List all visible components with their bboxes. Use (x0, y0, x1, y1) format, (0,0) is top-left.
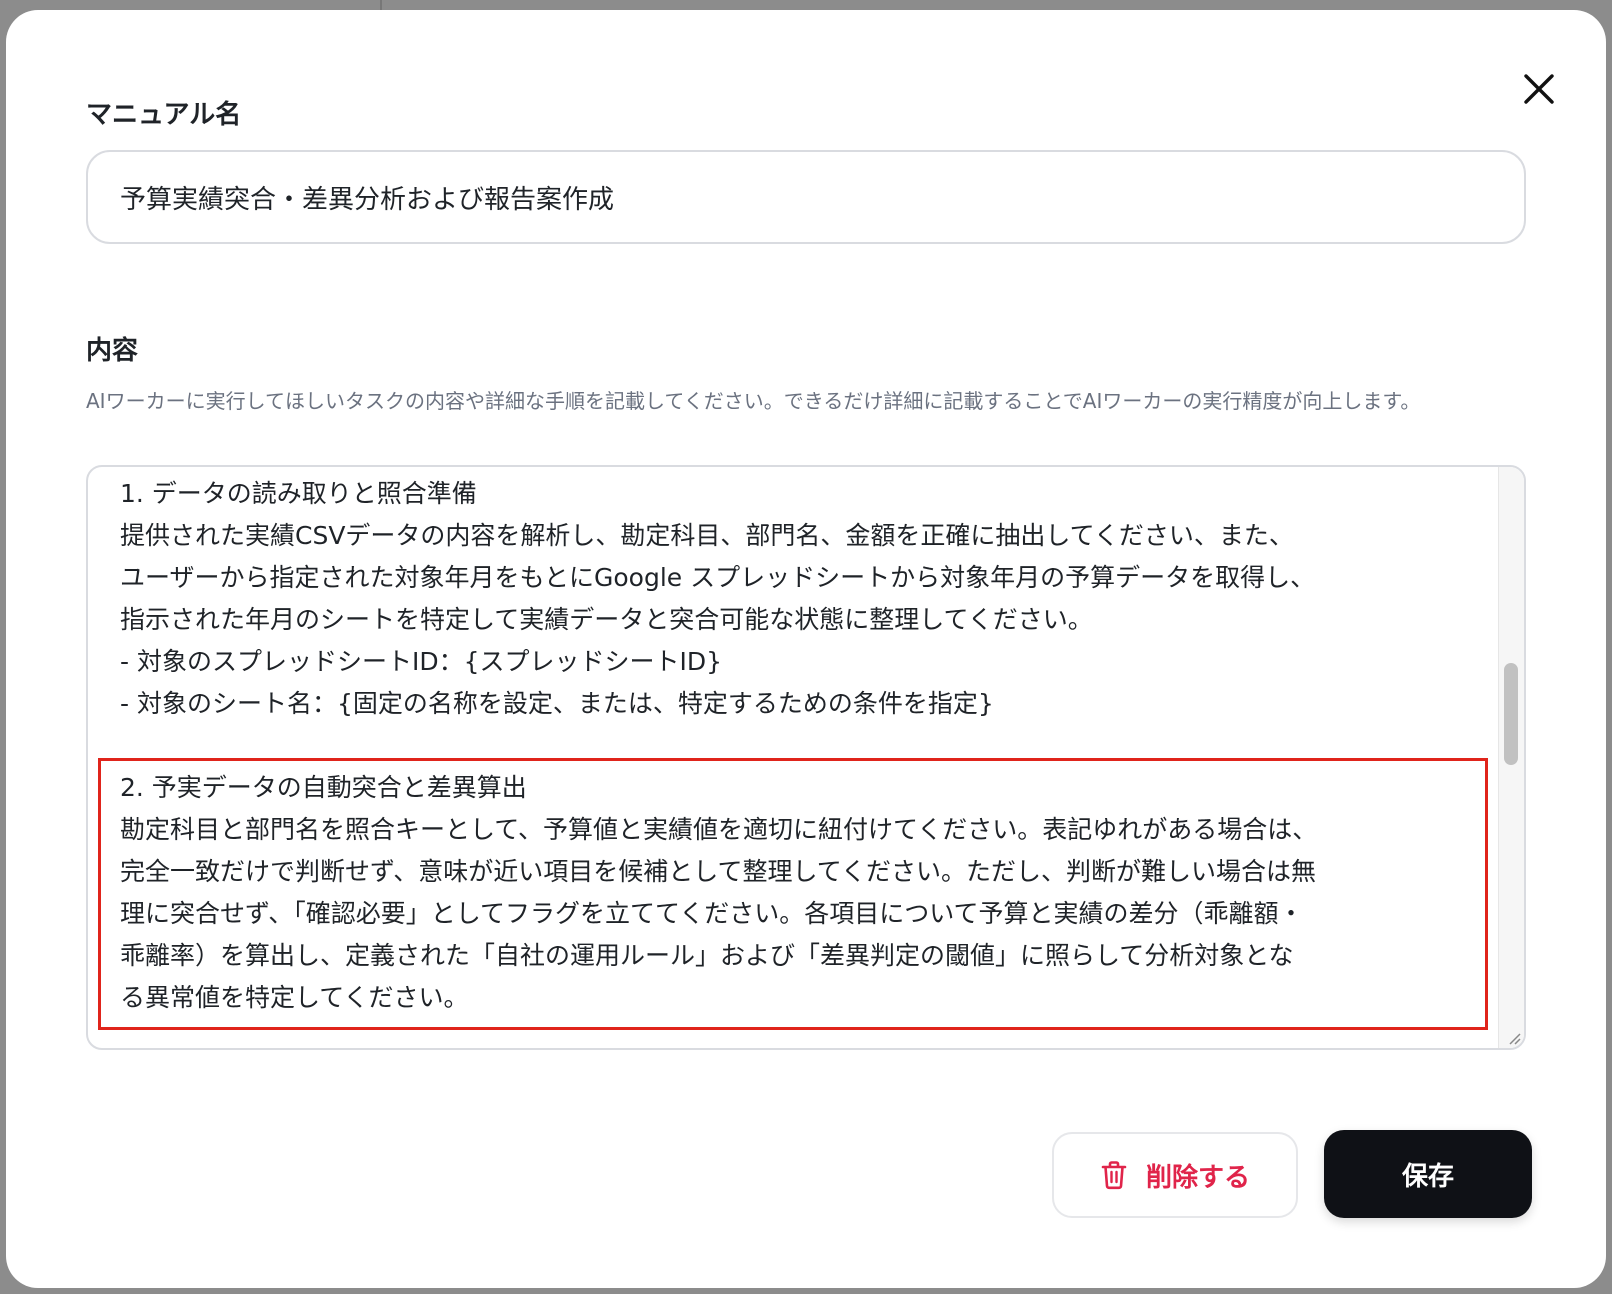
scrollbar-thumb[interactable] (1504, 663, 1518, 765)
content-blank-line (120, 725, 1460, 767)
close-button[interactable] (1514, 64, 1564, 114)
content-line: - 対象のシート名：{固定の名称を設定、または、特定するための条件を指定} (120, 689, 994, 718)
content-line: 提供された実績CSVデータの内容を解析し、勘定科目、部門名、金額を正確に抽出して… (120, 521, 1294, 550)
content-line: 1. データの読み取りと照合準備 (120, 479, 477, 508)
content-line: 理に突合せず、「確認必要」としてフラグを立ててください。各項目について予算と実績… (120, 899, 1304, 928)
scrollbar-track[interactable] (1498, 467, 1524, 1048)
content-line: る異常値を特定してください。 (120, 983, 469, 1012)
content-line: 勘定科目と部門名を照合キーとして、予算値と実績値を適切に紐付けてください。表記ゆ… (120, 815, 1318, 844)
content-line: 乖離率）を算出し、定義された「自社の運用ルール」および「差異判定の閾値」に照らし… (120, 941, 1294, 970)
edit-manual-dialog: マニュアル名 内容 AIワーカーに実行してほしいタスクの内容や詳細な手順を記載し… (6, 10, 1606, 1288)
close-icon (1524, 74, 1554, 104)
manual-name-label: マニュアル名 (86, 100, 242, 130)
content-textarea[interactable]: 1. データの読み取りと照合準備提供された実績CSVデータの内容を解析し、勘定科… (86, 465, 1526, 1050)
delete-button-label: 削除する (1145, 1162, 1250, 1193)
trash-icon (1101, 1161, 1127, 1190)
content-line: ユーザーから指定された対象年月をもとにGoogle スプレッドシートから対象年月… (120, 563, 1316, 592)
content-line: - 対象のスプレッドシートID：{スプレッドシートID} (120, 647, 723, 676)
content-line: 2. 予実データの自動突合と差異算出 (120, 773, 527, 802)
content-line: 指示された年月のシートを特定して実績データと突合可能な状態に整理してください。 (120, 605, 1093, 634)
delete-button[interactable]: 削除する (1052, 1132, 1298, 1218)
content-line: 完全一致だけで判断せず、意味が近い項目を候補として整理してください。ただし、判断… (120, 857, 1317, 886)
save-button[interactable]: 保存 (1324, 1130, 1532, 1218)
content-label: 内容 (86, 336, 139, 366)
manual-name-input[interactable] (86, 150, 1526, 244)
content-text: 1. データの読み取りと照合準備提供された実績CSVデータの内容を解析し、勘定科… (120, 473, 1460, 1019)
resize-handle-icon[interactable] (1504, 1028, 1522, 1046)
content-description: AIワーカーに実行してほしいタスクの内容や詳細な手順を記載してください。できるだ… (86, 389, 1421, 413)
